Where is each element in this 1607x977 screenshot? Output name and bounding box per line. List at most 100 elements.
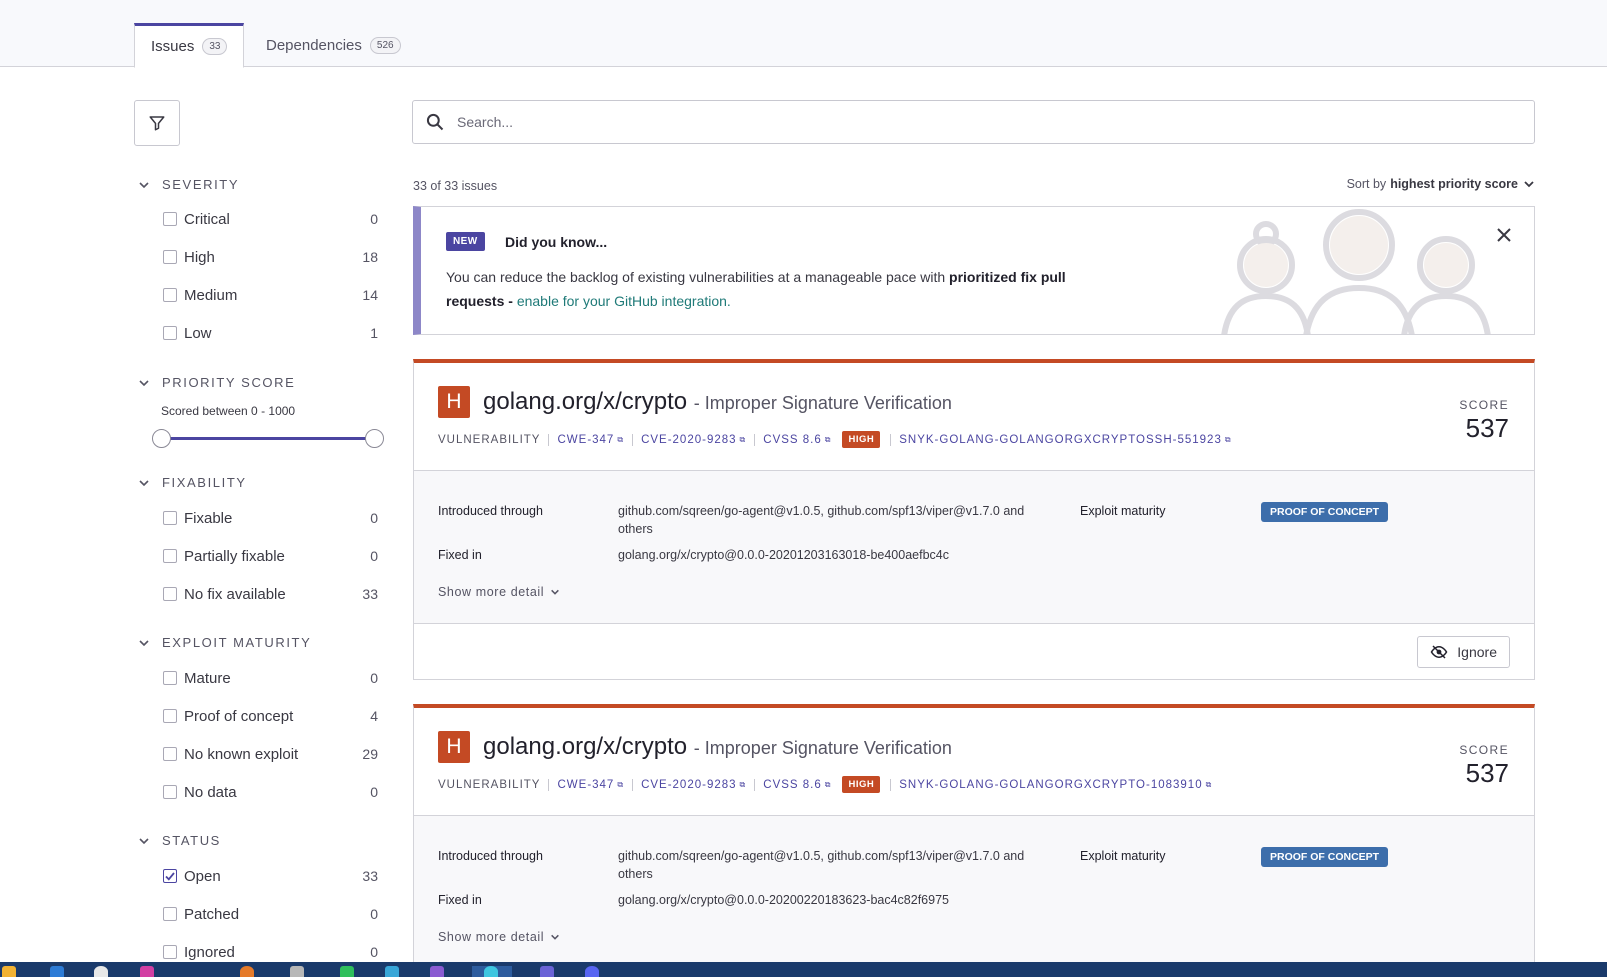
search-box[interactable] [412,100,1535,144]
issue-count: 33 of 33 issues [413,179,498,193]
new-badge: NEW [446,232,485,251]
enable-github-link[interactable]: enable for your GitHub integration. [517,293,731,309]
issue-type: VULNERABILITY [438,433,541,446]
eye-off-icon [1430,645,1448,659]
exploit-filter-header[interactable]: EXPLOIT MATURITY [138,635,311,650]
filter-no-data[interactable]: No data 0 [163,780,378,804]
filter-label: No known exploit [184,745,299,763]
filter-patched[interactable]: Patched 0 [163,902,378,926]
severity-badge: HIGH [842,776,881,793]
cvss-link[interactable]: CVSS 8.6 ⧉ [763,779,831,791]
filter-toggle-button[interactable] [134,100,180,146]
checkbox[interactable] [163,709,177,723]
filter-open[interactable]: Open 33 [163,864,378,888]
filter-label: Low [184,324,212,342]
priority-filter-header[interactable]: PRIORITY SCORE [138,375,295,390]
cvss-link[interactable]: CVSS 8.6 ⧉ [763,434,831,446]
app-icon[interactable] [140,966,154,977]
close-banner-button[interactable] [1492,223,1516,247]
browser-icon[interactable] [94,966,108,977]
checkbox[interactable] [163,671,177,685]
checkbox[interactable] [163,511,177,525]
ignore-button[interactable]: Ignore [1417,636,1510,668]
tab-dependencies[interactable]: Dependencies 526 [250,23,417,67]
checkbox[interactable] [163,250,177,264]
range-max-handle[interactable] [365,429,384,448]
os-taskbar [0,962,1607,977]
chevron-down-icon [550,932,560,942]
ignore-label: Ignore [1457,644,1497,660]
app-icon[interactable] [290,966,304,977]
fixability-filter-title: FIXABILITY [162,475,247,490]
app-icon[interactable] [240,966,254,977]
issue-title[interactable]: golang.org/x/crypto - Improper Signature… [483,733,952,761]
introduced-label: Introduced through [438,504,543,518]
filter-count: 0 [370,906,378,922]
show-more-detail-button[interactable]: Show more detail [438,585,560,599]
filter-fixable[interactable]: Fixable 0 [163,506,378,530]
checkbox[interactable] [163,212,177,226]
search-input[interactable] [457,114,1457,130]
chevron-down-icon [138,477,162,489]
checkbox[interactable] [163,326,177,340]
app-icon[interactable] [540,966,554,977]
filter-medium[interactable]: Medium 14 [163,283,378,307]
filter-high[interactable]: High 18 [163,245,378,269]
issue-card-header: H golang.org/x/crypto - Improper Signatu… [414,708,1534,816]
app-icon[interactable] [340,966,354,977]
show-more-detail-button[interactable]: Show more detail [438,930,560,944]
score-label: SCORE [1459,398,1509,412]
filter-proof-of-concept[interactable]: Proof of concept 4 [163,704,378,728]
snyk-id-link[interactable]: SNYK-GOLANG-GOLANGORGXCRYPTOSSH-551923 ⧉ [899,434,1231,446]
status-filter-header[interactable]: STATUS [138,833,221,848]
app-icon[interactable] [50,966,64,977]
priority-range-track[interactable] [161,437,375,440]
issue-meta: VULNERABILITY CWE-347 ⧉ CVE-2020-9283 ⧉ CV… [438,431,1232,448]
filter-no-fix[interactable]: No fix available 33 [163,582,378,606]
issue-title[interactable]: golang.org/x/crypto - Improper Signature… [483,388,952,416]
app-icon[interactable] [585,966,599,977]
search-icon [413,112,457,132]
filter-count: 0 [370,211,378,227]
checkbox[interactable] [163,907,177,921]
filter-label: Critical [184,210,230,228]
filter-label: Medium [184,286,238,304]
cwe-link[interactable]: CWE-347 ⧉ [557,434,624,446]
checkbox[interactable] [163,747,177,761]
cve-link[interactable]: CVE-2020-9283 ⧉ [641,779,746,791]
filter-critical[interactable]: Critical 0 [163,207,378,231]
snyk-id-link[interactable]: SNYK-GOLANG-GOLANGORGXCRYPTO-1083910 ⧉ [899,779,1212,791]
introduced-label: Introduced through [438,849,543,863]
filter-count: 33 [362,868,378,884]
filter-ignored[interactable]: Ignored 0 [163,940,378,964]
checkbox-checked[interactable] [163,869,177,883]
cwe-link[interactable]: CWE-347 ⧉ [557,779,624,791]
checkbox[interactable] [163,945,177,959]
sort-dropdown[interactable]: Sort by highest priority score [1347,177,1535,191]
app-icon[interactable] [385,966,399,977]
banner-text: You can reduce the backlog of existing v… [446,265,1126,313]
external-link-icon: ⧉ [617,434,625,444]
cve-link[interactable]: CVE-2020-9283 ⧉ [641,434,746,446]
checkbox[interactable] [163,587,177,601]
filter-partially-fixable[interactable]: Partially fixable 0 [163,544,378,568]
filter-mature[interactable]: Mature 0 [163,666,378,690]
app-icon[interactable] [430,966,444,977]
filter-low[interactable]: Low 1 [163,321,378,345]
filter-no-known-exploit[interactable]: No known exploit 29 [163,742,378,766]
issue-card-details: Introduced through github.com/sqreen/go-… [414,471,1534,623]
checkbox[interactable] [163,549,177,563]
severity-filter-header[interactable]: SEVERITY [138,177,239,192]
folder-icon[interactable] [2,966,16,977]
fixability-filter-header[interactable]: FIXABILITY [138,475,247,490]
external-link-icon: ⧉ [1205,779,1213,789]
checkbox[interactable] [163,288,177,302]
show-more-label: Show more detail [438,930,545,944]
tab-issues[interactable]: Issues 33 [134,23,245,68]
checkbox[interactable] [163,785,177,799]
range-min-handle[interactable] [152,429,171,448]
chevron-down-icon [550,587,560,597]
filter-count: 0 [370,670,378,686]
tab-bar: Issues 33 Dependencies 526 [0,0,1607,68]
app-icon[interactable] [484,966,498,977]
